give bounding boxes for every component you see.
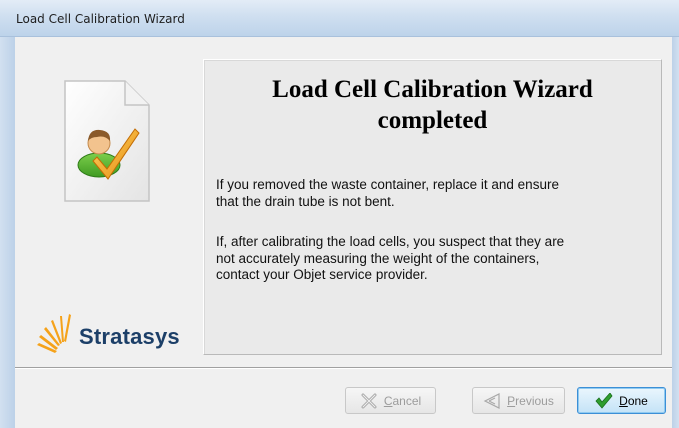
page-title-line1: Load Cell Calibration Wizard bbox=[272, 76, 593, 103]
wizard-window: Load Cell Calibration Wizard Stratasys L… bbox=[0, 0, 679, 428]
cancel-button-label: Cancel bbox=[383, 393, 422, 408]
previous-button-label: Previous bbox=[507, 393, 554, 408]
page-title-line2: completed bbox=[377, 107, 488, 134]
previous-button[interactable]: Previous bbox=[472, 387, 565, 414]
instruction-line: If, after calibrating the load cells, yo… bbox=[216, 234, 565, 249]
cancel-button[interactable]: Cancel bbox=[345, 387, 436, 414]
instruction-line: contact your Objet service provider. bbox=[216, 267, 428, 282]
window-frame-right bbox=[672, 37, 679, 428]
waste-container-instruction: If you removed the waste container, repl… bbox=[216, 177, 656, 210]
done-button[interactable]: Done bbox=[577, 387, 666, 414]
page-title: Load Cell Calibration Wizard completed bbox=[204, 74, 661, 136]
instruction-line: If you removed the waste container, repl… bbox=[216, 177, 559, 192]
instruction-line: not accurately measuring the weight of t… bbox=[216, 250, 540, 266]
logo-text: Stratasys bbox=[79, 324, 180, 349]
window-title: Load Cell Calibration Wizard bbox=[16, 12, 185, 26]
stratasys-rays-icon bbox=[37, 314, 71, 353]
green-check-icon bbox=[595, 392, 613, 409]
stratasys-logo: Stratasys bbox=[35, 311, 195, 355]
window-frame-left bbox=[0, 37, 15, 428]
done-button-label: Done bbox=[619, 393, 648, 408]
button-separator bbox=[15, 367, 672, 369]
document-user-check-icon bbox=[64, 80, 150, 202]
cancel-x-icon bbox=[361, 393, 377, 408]
completion-panel: Load Cell Calibration Wizard completed I… bbox=[203, 59, 662, 355]
previous-arrow-icon bbox=[483, 392, 500, 409]
service-provider-instruction: If, after calibrating the load cells, yo… bbox=[216, 234, 656, 284]
title-bar[interactable]: Load Cell Calibration Wizard bbox=[0, 0, 679, 37]
wizard-content: Stratasys Load Cell Calibration Wizard c… bbox=[15, 37, 672, 428]
instruction-line: that the drain tube is not bent. bbox=[216, 193, 395, 209]
